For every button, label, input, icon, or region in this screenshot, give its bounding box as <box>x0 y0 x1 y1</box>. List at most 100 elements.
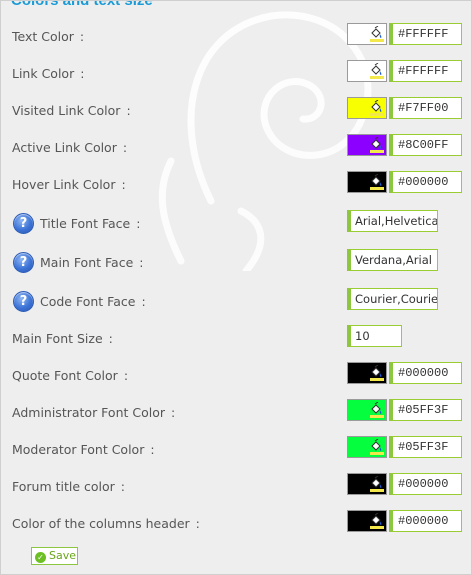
field-label-text: Visited Link Color <box>12 103 121 118</box>
font-face-input[interactable]: Courier,Courier <box>347 288 438 310</box>
field-label-text: Title Font Face <box>40 216 131 231</box>
section-title: Colors and text size <box>11 0 153 9</box>
field-label: Visited Link Color: <box>12 103 131 118</box>
form-row: Administrator Font Color: #05FF3F <box>1 399 471 435</box>
paint-bucket-icon <box>371 476 382 488</box>
field-label: Color of the columns header: <box>12 516 200 531</box>
field-label-text: Text Color <box>12 29 74 44</box>
field-label-colon: : <box>122 140 128 155</box>
form-row: Active Link Color: #8C00FF <box>1 134 471 170</box>
swatch-indicator <box>370 489 384 492</box>
field-label: Link Color: <box>12 66 84 81</box>
font-face-input[interactable]: Arial,Helvetica <box>347 210 438 232</box>
color-hex-input[interactable]: #FFFFFF <box>389 60 462 82</box>
field-label-colon: : <box>126 103 131 118</box>
field-label-colon: : <box>79 29 85 44</box>
color-hex-input[interactable]: #05FF3F <box>389 399 462 421</box>
paint-bucket-icon <box>371 439 382 451</box>
form-row: ? Code Font Face: Courier,Courier <box>1 288 471 324</box>
form-row: Visited Link Color: #F7FF00 <box>1 97 471 133</box>
field-label: Active Link Color: <box>12 140 127 155</box>
field-label: Title Font Face: <box>40 216 140 231</box>
field-label-colon: : <box>150 442 155 457</box>
color-picker-swatch[interactable] <box>347 60 387 82</box>
font-face-input[interactable]: Verdana,Arial <box>347 249 438 271</box>
field-label-text: Forum title color <box>12 479 115 494</box>
swatch-indicator <box>370 526 384 529</box>
form-row: ? Title Font Face: Arial,Helvetica <box>1 210 471 246</box>
swatch-indicator <box>370 76 384 79</box>
save-button[interactable]: ✓ Save <box>31 547 78 565</box>
help-icon[interactable]: ? <box>13 291 34 312</box>
swatch-indicator <box>370 39 384 42</box>
field-label-text: Administrator Font Color <box>12 405 166 420</box>
color-picker-swatch[interactable] <box>347 23 387 45</box>
field-label-text: Color of the columns header <box>12 516 190 531</box>
field-label-text: Quote Font Color <box>12 368 118 383</box>
field-label-text: Link Color <box>12 66 75 81</box>
swatch-indicator <box>370 113 384 116</box>
field-label-text: Hover Link Color <box>12 177 116 192</box>
swatch-indicator <box>370 150 384 153</box>
swatch-indicator <box>370 452 384 455</box>
field-label-colon: : <box>195 516 200 531</box>
settings-panel: Colors and text size Text Color: #FFFFFF L… <box>0 0 472 575</box>
color-picker-swatch[interactable] <box>347 97 387 119</box>
color-hex-input[interactable]: #000000 <box>389 362 462 384</box>
field-label: Hover Link Color: <box>12 177 126 192</box>
field-label: Main Font Face: <box>40 255 144 270</box>
color-picker-swatch[interactable] <box>347 436 387 458</box>
color-picker-swatch[interactable] <box>347 171 387 193</box>
color-picker-swatch[interactable] <box>347 473 387 495</box>
field-label-colon: : <box>121 177 126 192</box>
field-label-colon: : <box>123 368 129 383</box>
field-label-text: Code Font Face <box>40 294 136 309</box>
form-row: Main Font Size: 10 <box>1 325 471 361</box>
paint-bucket-icon <box>371 100 382 112</box>
help-icon[interactable]: ? <box>13 252 34 273</box>
field-label-colon: : <box>171 405 176 420</box>
field-label: Text Color: <box>12 29 84 44</box>
font-size-input[interactable]: 10 <box>347 325 402 347</box>
color-hex-input[interactable]: #8C00FF <box>389 134 462 156</box>
color-picker-swatch[interactable] <box>347 510 387 532</box>
paint-bucket-icon <box>371 365 382 377</box>
paint-bucket-icon <box>371 513 382 525</box>
field-label: Main Font Size: <box>12 331 113 346</box>
field-label-text: Moderator Font Color <box>12 442 145 457</box>
save-label: Save <box>49 549 77 562</box>
color-picker-swatch[interactable] <box>347 399 387 421</box>
form-row: Link Color: #FFFFFF <box>1 60 471 96</box>
form-row: Color of the columns header: #000000 <box>1 510 471 546</box>
form-row: Quote Font Color: #000000 <box>1 362 471 398</box>
field-label: Quote Font Color: <box>12 368 128 383</box>
color-hex-input[interactable]: #000000 <box>389 171 462 193</box>
form-row: Text Color: #FFFFFF <box>1 23 471 59</box>
check-circle-icon: ✓ <box>35 552 46 563</box>
paint-bucket-icon <box>371 137 382 149</box>
form-row: ? Main Font Face: Verdana,Arial <box>1 249 471 285</box>
color-picker-swatch[interactable] <box>347 134 387 156</box>
color-hex-input[interactable]: #FFFFFF <box>389 23 462 45</box>
field-label-colon: : <box>108 331 113 346</box>
form-row: Hover Link Color: #000000 <box>1 171 471 207</box>
paint-bucket-icon <box>371 63 382 75</box>
paint-bucket-icon <box>371 26 382 38</box>
color-picker-swatch[interactable] <box>347 362 387 384</box>
color-hex-input[interactable]: #F7FF00 <box>389 97 462 119</box>
field-label-colon: : <box>80 66 85 81</box>
field-label: Code Font Face: <box>40 294 146 309</box>
paint-bucket-icon <box>371 174 382 186</box>
field-label-colon: : <box>139 255 144 270</box>
swatch-indicator <box>370 187 384 190</box>
field-label-colon: : <box>141 294 146 309</box>
color-hex-input[interactable]: #05FF3F <box>389 436 462 458</box>
field-label: Forum title color: <box>12 479 125 494</box>
field-label-text: Main Font Size <box>12 331 103 346</box>
form-row: Forum title color: #000000 <box>1 473 471 509</box>
help-icon[interactable]: ? <box>13 213 34 234</box>
field-label-colon: : <box>136 216 141 231</box>
color-hex-input[interactable]: #000000 <box>389 510 462 532</box>
color-hex-input[interactable]: #000000 <box>389 473 462 495</box>
field-label-text: Main Font Face <box>40 255 134 270</box>
